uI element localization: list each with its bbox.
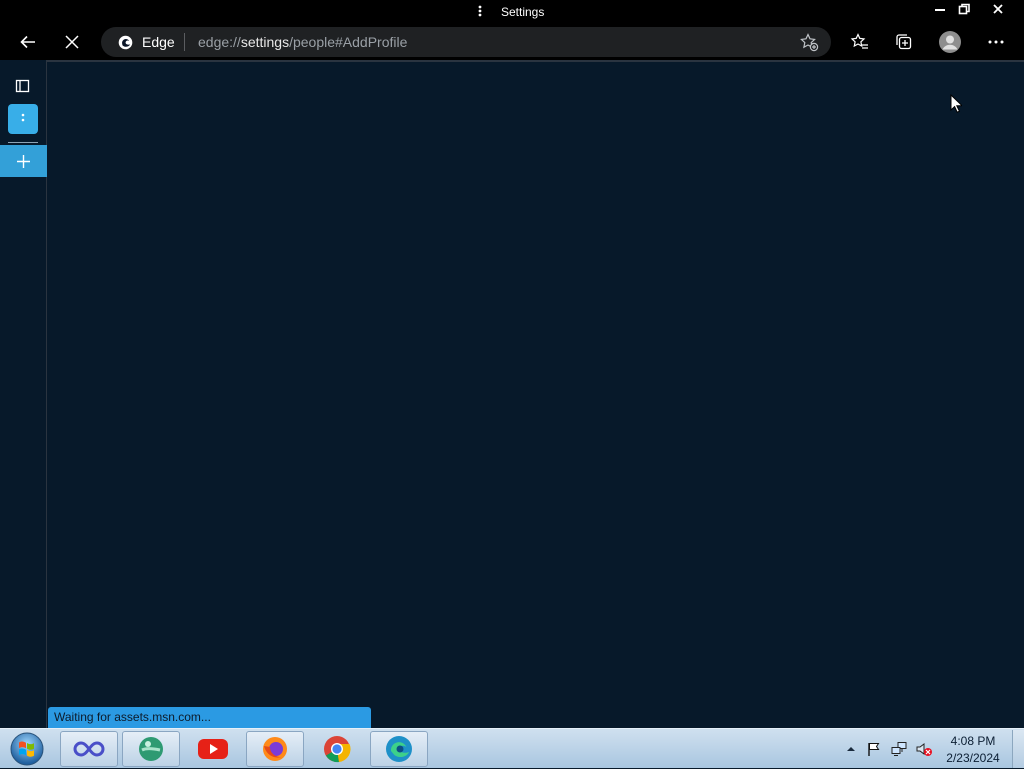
avatar-icon	[939, 31, 961, 53]
clock-date: 2/23/2024	[946, 751, 1000, 765]
kebab-dots-icon	[21, 113, 25, 122]
back-button[interactable]	[10, 24, 46, 60]
taskbar: 4:08 PM 2/23/2024	[0, 728, 1024, 768]
close-window-button[interactable]	[986, 0, 1010, 18]
chrome-icon	[324, 736, 351, 763]
stop-loading-button[interactable]	[54, 24, 90, 60]
network-icon	[891, 742, 907, 756]
status-bubble: Waiting for assets.msn.com...	[48, 707, 371, 728]
mouse-cursor-icon	[950, 94, 962, 113]
volume-muted-icon	[916, 743, 932, 756]
url-path: /people#AddProfile	[289, 34, 408, 50]
chevron-up-icon	[847, 747, 855, 751]
action-center-tray-icon[interactable]	[864, 729, 884, 769]
url-text[interactable]: edge://settings/people#AddProfile	[198, 34, 407, 50]
arrow-left-icon	[20, 35, 35, 49]
star-plus-icon[interactable]	[799, 32, 819, 52]
taskbar-app-chrome[interactable]	[308, 731, 366, 767]
show-desktop-button[interactable]	[1012, 730, 1024, 768]
taskbar-app-firefox[interactable]	[246, 731, 304, 767]
address-bar[interactable]: Edge edge://settings/people#AddProfile	[101, 27, 831, 57]
minimize-icon	[935, 9, 945, 11]
restore-icon	[958, 3, 970, 15]
close-x-icon	[65, 35, 79, 49]
favorites-star-list-icon	[850, 33, 868, 49]
taskbar-clock[interactable]: 4:08 PM 2/23/2024	[938, 733, 1008, 767]
clock-time: 4:08 PM	[950, 734, 996, 748]
browser-toolbar: Edge edge://settings/people#AddProfile	[0, 24, 1024, 60]
network-tray-icon[interactable]	[888, 729, 910, 769]
window-title: Settings	[501, 5, 545, 19]
close-icon	[993, 4, 1003, 14]
site-identity-label[interactable]: Edge	[142, 34, 175, 50]
ellipsis-icon	[988, 40, 1004, 44]
taskbar-app-green-circle[interactable]	[122, 731, 180, 767]
url-host: settings	[240, 34, 290, 50]
url-scheme: edge://	[198, 34, 241, 50]
page-content	[48, 62, 1024, 728]
active-tab[interactable]	[8, 104, 38, 134]
volume-tray-icon[interactable]	[912, 729, 936, 769]
profile-button[interactable]	[932, 24, 968, 60]
show-hidden-icons-button[interactable]	[844, 729, 858, 769]
edge-icon	[386, 736, 412, 762]
youtube-icon	[198, 739, 228, 759]
title-bar: Settings	[0, 0, 1024, 24]
restore-button[interactable]	[952, 0, 976, 18]
address-divider	[184, 33, 185, 51]
new-tab-button[interactable]	[0, 145, 47, 177]
collections-icon	[896, 34, 912, 50]
plus-icon	[17, 155, 30, 168]
flag-icon	[868, 743, 880, 756]
favorites-button[interactable]	[842, 24, 878, 60]
kebab-dots-icon[interactable]	[476, 4, 484, 20]
firefox-icon	[263, 737, 287, 761]
more-options-button[interactable]	[978, 24, 1014, 60]
infinity-icon	[73, 741, 105, 757]
green-circle-icon	[139, 737, 163, 761]
collections-button[interactable]	[886, 24, 922, 60]
windows-orb-icon[interactable]	[6, 730, 48, 768]
sidebar-divider	[8, 142, 38, 143]
edge-logo-icon	[118, 35, 133, 50]
minimize-button[interactable]	[928, 0, 952, 18]
taskbar-app-infinity[interactable]	[60, 731, 118, 767]
vertical-tabs-icon[interactable]	[13, 77, 33, 95]
taskbar-app-youtube[interactable]	[184, 731, 242, 767]
taskbar-app-edge[interactable]	[370, 731, 428, 767]
vertical-tabs-sidebar	[0, 60, 47, 728]
